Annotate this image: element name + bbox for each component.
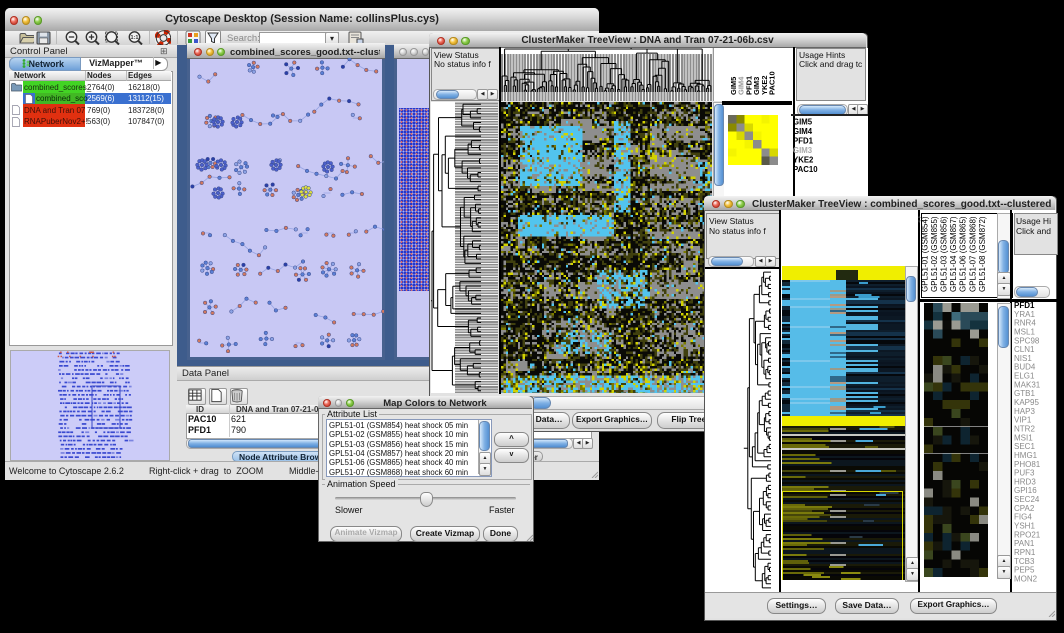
svg-text:RPN1: RPN1 bbox=[1014, 548, 1036, 557]
svg-text:MSL1: MSL1 bbox=[1014, 328, 1035, 337]
svg-text:PHO81: PHO81 bbox=[1014, 460, 1041, 469]
svg-text:1:1: 1:1 bbox=[131, 35, 139, 41]
svg-text:RPO21: RPO21 bbox=[1014, 530, 1041, 539]
svg-text:ELG1: ELG1 bbox=[1014, 372, 1035, 381]
svg-text:GIM5: GIM5 bbox=[793, 118, 813, 127]
svg-text:GPI16: GPI16 bbox=[1014, 486, 1037, 495]
svg-text:PUF3: PUF3 bbox=[1014, 469, 1035, 478]
svg-text:NIS1: NIS1 bbox=[1014, 354, 1032, 363]
svg-text:BUD4: BUD4 bbox=[1014, 363, 1036, 372]
svg-text:PEP5: PEP5 bbox=[1014, 566, 1035, 575]
svg-text:PAC10: PAC10 bbox=[768, 71, 777, 95]
svg-text:GIM4: GIM4 bbox=[793, 127, 813, 136]
svg-text:PAN1: PAN1 bbox=[1014, 539, 1035, 548]
svg-text:YSH1: YSH1 bbox=[1014, 522, 1035, 531]
svg-text:GIM3: GIM3 bbox=[793, 146, 813, 155]
svg-text:MSI1: MSI1 bbox=[1014, 433, 1033, 442]
svg-text:VIP1: VIP1 bbox=[1014, 416, 1032, 425]
svg-text:RNR4: RNR4 bbox=[1014, 319, 1036, 328]
svg-text:MAK31: MAK31 bbox=[1014, 380, 1041, 389]
svg-text:SEC24: SEC24 bbox=[1014, 495, 1040, 504]
svg-text:SPC98: SPC98 bbox=[1014, 336, 1040, 345]
svg-text:MON2: MON2 bbox=[1014, 574, 1038, 583]
svg-text:SEC1: SEC1 bbox=[1014, 442, 1035, 451]
svg-text:HMG1: HMG1 bbox=[1014, 451, 1038, 460]
svg-text:PAC10: PAC10 bbox=[793, 165, 818, 173]
svg-text:YKE2: YKE2 bbox=[793, 156, 814, 165]
svg-text:CPA2: CPA2 bbox=[1014, 504, 1035, 513]
svg-text:GTB1: GTB1 bbox=[1014, 389, 1035, 398]
svg-text:KAP95: KAP95 bbox=[1014, 398, 1039, 407]
svg-text:HRD3: HRD3 bbox=[1014, 477, 1036, 486]
svg-text:YRA1: YRA1 bbox=[1014, 310, 1035, 319]
svg-text:FIG4: FIG4 bbox=[1014, 513, 1032, 522]
svg-text:TCB3: TCB3 bbox=[1014, 557, 1035, 566]
svg-text:HAP3: HAP3 bbox=[1014, 407, 1035, 416]
svg-text:CLN1: CLN1 bbox=[1014, 345, 1035, 354]
svg-text:NTR2: NTR2 bbox=[1014, 425, 1035, 434]
svg-text:PFD1: PFD1 bbox=[793, 137, 814, 146]
svg-text:PFD1: PFD1 bbox=[1014, 301, 1035, 310]
